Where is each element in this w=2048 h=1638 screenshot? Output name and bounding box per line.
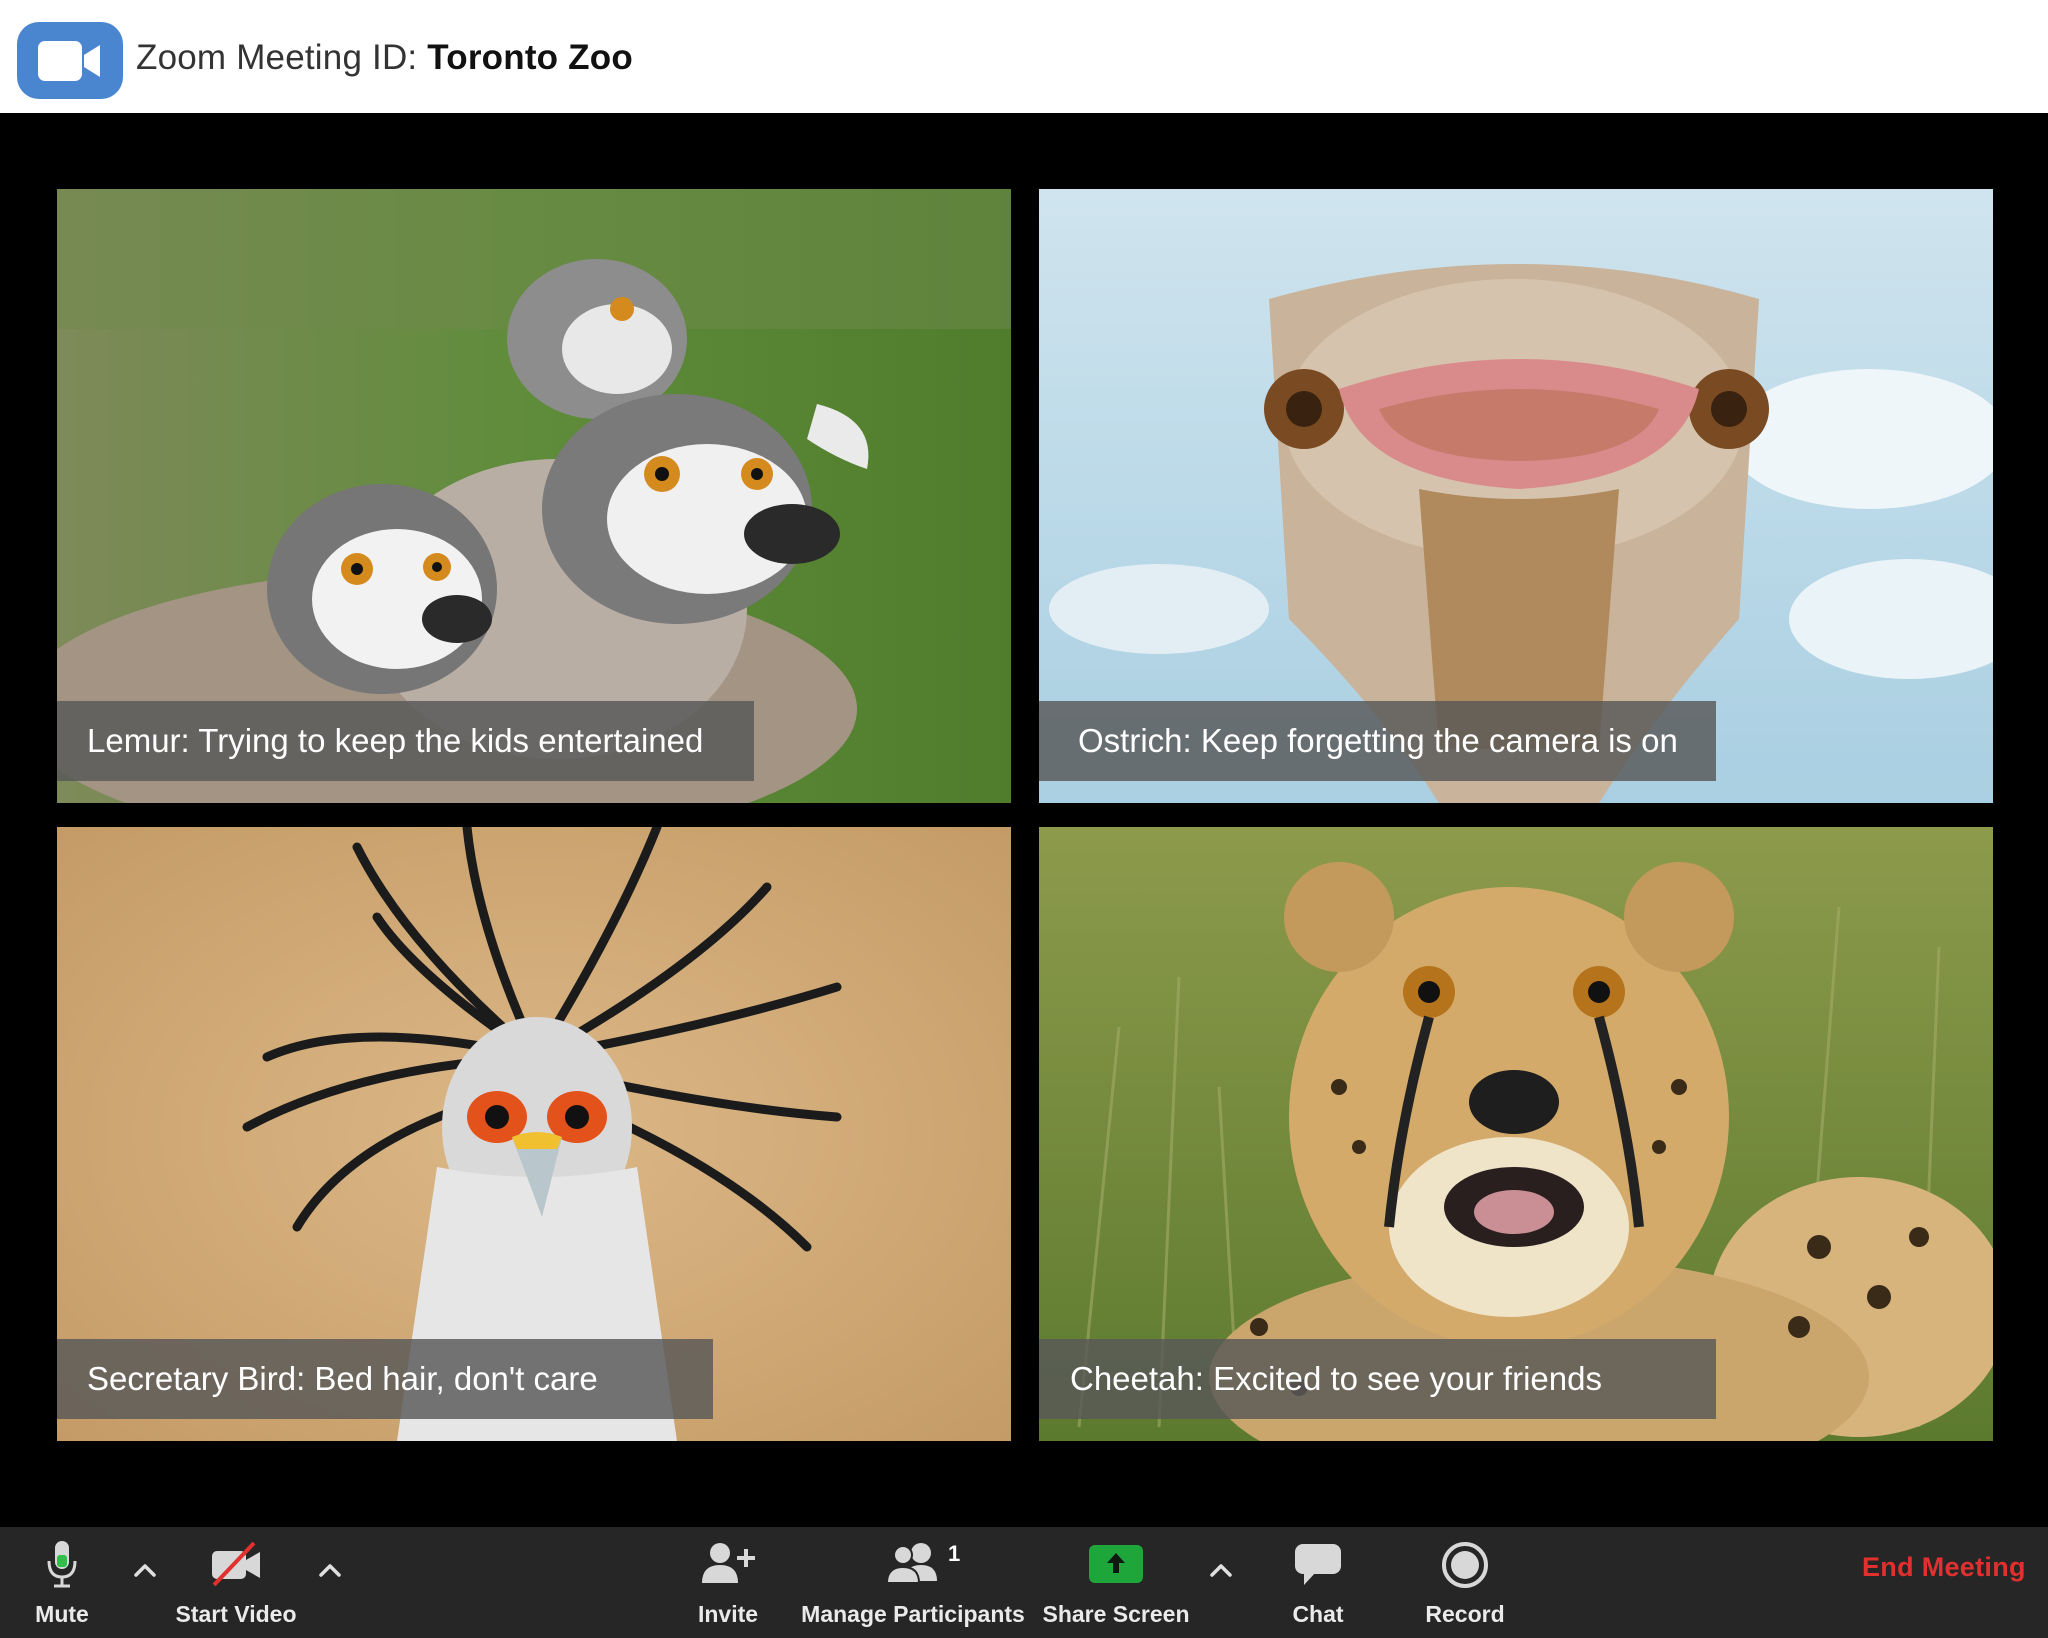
participant-name-caption: Ostrich: Keep forgetting the camera is o… <box>1039 701 1716 781</box>
participants-icon <box>885 1543 937 1584</box>
add-user-icon <box>702 1543 755 1583</box>
record-label: Record <box>1425 1601 1505 1627</box>
chat-bubble-icon <box>1295 1544 1341 1585</box>
invite-label: Invite <box>697 1601 759 1627</box>
chat-button[interactable]: Chat <box>1278 1527 1358 1638</box>
manage-participants-label: Manage Participants <box>801 1601 1025 1627</box>
video-gallery: Lemur: Trying to keep the kids entertain… <box>0 113 2048 1527</box>
meeting-name: Toronto Zoo <box>427 38 633 77</box>
start-video-button[interactable]: Start Video <box>175 1527 297 1638</box>
participant-tile-ostrich[interactable]: Ostrich: Keep forgetting the camera is o… <box>1039 189 1993 803</box>
chevron-up-icon[interactable] <box>1206 1555 1236 1585</box>
record-button[interactable]: Record <box>1415 1527 1515 1638</box>
participant-name-caption: Secretary Bird: Bed hair, don't care <box>57 1339 713 1419</box>
participant-name-caption: Cheetah: Excited to see your friends <box>1039 1339 1716 1419</box>
participant-count-badge: 1 <box>948 1541 961 1566</box>
mute-button[interactable]: Mute <box>22 1527 102 1638</box>
title-bar: Zoom Meeting ID: Toronto Zoo <box>0 0 2048 113</box>
microphone-icon <box>47 1541 77 1588</box>
video-off-icon <box>212 1541 260 1587</box>
participant-tile-lemur[interactable]: Lemur: Trying to keep the kids entertain… <box>57 189 1011 803</box>
chat-label: Chat <box>1292 1601 1344 1627</box>
chevron-up-icon[interactable] <box>130 1555 160 1585</box>
participant-tile-cheetah[interactable]: Cheetah: Excited to see your friends <box>1039 827 1993 1441</box>
mute-label: Mute <box>35 1601 89 1627</box>
window-title: Zoom Meeting ID: Toronto Zoo <box>136 38 633 78</box>
end-meeting-button[interactable]: End Meeting <box>1862 1552 2026 1583</box>
meeting-toolbar: Mute Start Video Invite 1 Manage Partici… <box>0 1527 2048 1638</box>
title-prefix: Zoom Meeting ID: <box>136 38 428 77</box>
participant-tile-secretary-bird[interactable]: Secretary Bird: Bed hair, don't care <box>57 827 1011 1441</box>
share-screen-label: Share Screen <box>1042 1601 1190 1627</box>
manage-participants-button[interactable]: 1 Manage Participants <box>801 1527 1025 1638</box>
participant-name-caption: Lemur: Trying to keep the kids entertain… <box>57 701 754 781</box>
share-screen-button[interactable]: Share Screen <box>1042 1527 1190 1638</box>
record-icon <box>1442 1542 1488 1588</box>
start-video-label: Start Video <box>175 1601 297 1627</box>
video-camera-icon <box>38 41 100 81</box>
zoom-logo <box>17 22 123 99</box>
invite-button[interactable]: Invite <box>688 1527 768 1638</box>
share-screen-icon <box>1089 1545 1143 1583</box>
chevron-up-icon[interactable] <box>315 1555 345 1585</box>
